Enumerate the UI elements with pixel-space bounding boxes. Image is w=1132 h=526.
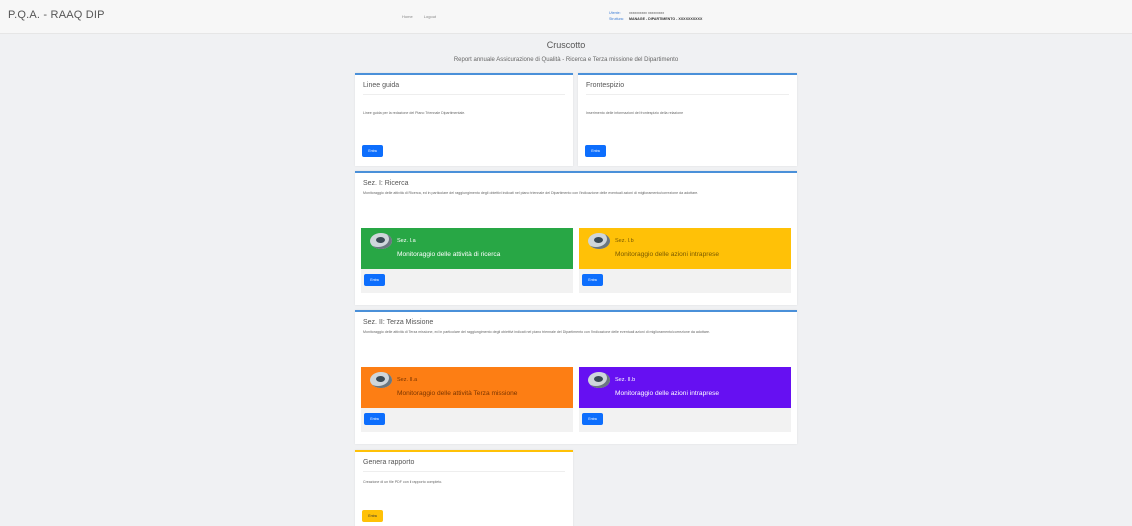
top-navbar: P.Q.A. - RAAQ DIP Home Logout Utente: xxx… [0,0,1132,34]
divider [363,94,565,95]
user-value: xxxxxxxxxx xxxxxxxxx [629,11,665,15]
globe-icon [588,233,610,249]
tile-label: Monitoraggio delle attività di ricerca [397,251,501,258]
tile-label: Monitoraggio delle attività Terza missio… [397,390,518,397]
structure-value: MANAGE - DIPARTIMENTO - XXXXXXXXXX [629,17,703,21]
card-text: Creazione di un file PDF con il rapporto… [363,480,443,484]
card-frontespizio: Frontespizio Inserimento delle informazi… [578,73,797,166]
tile-label: Monitoraggio delle azioni intraprese [615,390,720,397]
sez-1b-enter-button[interactable]: Entra [582,274,603,286]
globe-icon [370,372,392,388]
user-info: Utente: xxxxxxxxxx xxxxxxxxx Struttura: MA… [609,10,702,22]
card-title: Sez. II: Terza Missione [363,319,434,326]
tile-sez-1a[interactable]: Sez. I.a Monitoraggio delle attività di … [361,228,573,293]
tile-code: Sez. II.b [615,377,636,383]
page-subtitle: Report annuale Assicurazione di Qualità … [453,57,679,63]
sez-1a-enter-button[interactable]: Entra [364,274,385,286]
tile-label: Monitoraggio delle azioni intraprese [615,251,720,258]
sez-2b-enter-button[interactable]: Entra [582,413,603,425]
tile-sez-2a[interactable]: Sez. II.a Monitoraggio delle attività Te… [361,367,573,432]
nav-home-link[interactable]: Home [402,14,413,19]
card-text: Monitoraggio delle attività di Ricerca, … [363,191,699,195]
card-text: Linee guida per la redazione del Piano T… [363,111,466,115]
card-terza-missione: Sez. II: Terza Missione Monitoraggio del… [355,310,797,444]
top-nav: Home Logout [402,14,446,19]
page-title: Cruscotto [546,40,586,50]
tile-footer: Entra [579,269,791,293]
tile-code: Sez. I.b [615,238,634,244]
brand-title[interactable]: P.Q.A. - RAAQ DIP [8,9,105,21]
sez-2a-enter-button[interactable]: Entra [364,413,385,425]
card-title: Genera rapporto [363,459,415,466]
tile-header: Sez. I.b Monitoraggio delle azioni intra… [579,228,791,269]
card-text: Inserimento delle informazioni del front… [586,111,684,115]
tile-code: Sez. II.a [397,377,418,383]
tile-footer: Entra [361,269,573,293]
genera-rapporto-enter-button[interactable]: Entra [362,510,383,522]
card-title: Frontespizio [586,82,625,89]
structure-label: Struttura: [609,17,624,21]
tile-header: Sez. II.b Monitoraggio delle azioni intr… [579,367,791,408]
card-linee-guida: Linee guida Linee guida per la redazione… [355,73,573,166]
linee-guida-enter-button[interactable]: Entra [362,145,383,157]
globe-icon [588,372,610,388]
tile-header: Sez. I.a Monitoraggio delle attività di … [361,228,573,269]
divider [363,471,565,472]
tile-code: Sez. I.a [397,238,416,244]
tile-footer: Entra [579,408,791,432]
tile-sez-2b[interactable]: Sez. II.b Monitoraggio delle azioni intr… [579,367,791,432]
tile-sez-1b[interactable]: Sez. I.b Monitoraggio delle azioni intra… [579,228,791,293]
frontespizio-enter-button[interactable]: Entra [585,145,606,157]
card-text: Monitoraggio delle attività di Terza mis… [363,330,711,334]
card-ricerca: Sez. I: Ricerca Monitoraggio delle attiv… [355,171,797,305]
card-title: Linee guida [363,82,400,89]
globe-icon [370,233,392,249]
card-title: Sez. I: Ricerca [363,180,409,187]
tile-footer: Entra [361,408,573,432]
nav-logout-link[interactable]: Logout [424,14,436,19]
tile-header: Sez. II.a Monitoraggio delle attività Te… [361,367,573,408]
card-genera-rapporto: Genera rapporto Creazione di un file PDF… [355,450,573,526]
divider [586,94,789,95]
